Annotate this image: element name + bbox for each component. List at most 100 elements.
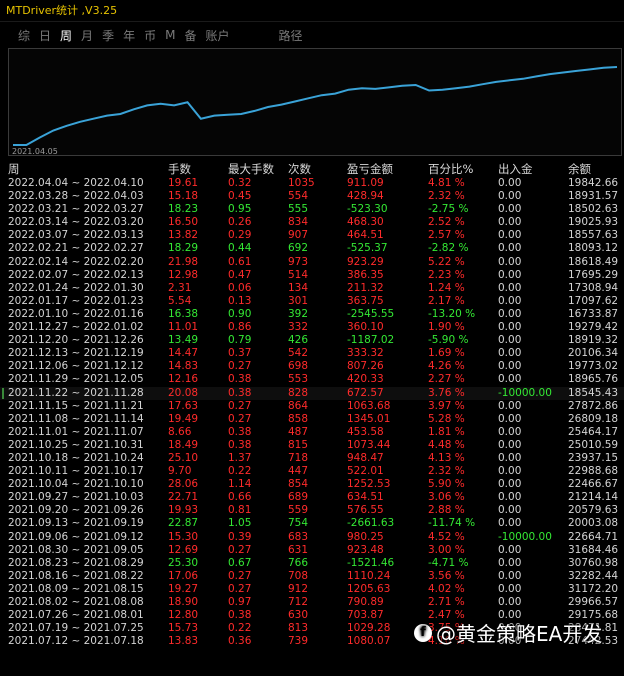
column-header-1[interactable]: 手数	[168, 161, 191, 177]
table-body[interactable]: 2022.04.04 ~ 2022.04.10 19.61 0.32 1035 911.…	[0, 177, 624, 648]
cell-pct: 2.17 %	[428, 294, 465, 307]
tab-4[interactable]: 季	[102, 27, 114, 44]
cell-pnl: 911.09	[347, 177, 384, 189]
cell-count: 766	[288, 556, 309, 569]
table-row[interactable]: 2021.10.11 ~ 2021.10.17 9.70 0.22 447 522.01…	[0, 465, 624, 478]
column-header-6[interactable]: 出入金	[498, 161, 533, 177]
cell-balance: 19773.02	[568, 360, 619, 373]
tab-path[interactable]: 路径	[279, 27, 303, 44]
table-row[interactable]: 2021.09.27 ~ 2021.10.03 22.71 0.66 689 634.5…	[0, 491, 624, 504]
cell-balance: 23937.15	[568, 451, 619, 464]
cell-lots: 13.82	[168, 229, 199, 242]
table-row[interactable]: 2021.08.30 ~ 2021.09.05 12.69 0.27 631 923.4…	[0, 544, 624, 557]
table-row[interactable]: 2021.10.18 ~ 2021.10.24 25.10 1.37 718 948.4…	[0, 452, 624, 465]
cell-pnl: 363.75	[347, 294, 384, 307]
tab-8[interactable]: 备	[184, 27, 196, 44]
cell-max: 0.32	[228, 177, 252, 189]
cell-week: 2022.02.07 ~ 2022.02.13	[8, 268, 144, 281]
table-row[interactable]: 2021.08.16 ~ 2021.08.22 17.06 0.27 708 1110.…	[0, 570, 624, 583]
table-row[interactable]: 2021.11.01 ~ 2021.11.07 8.66 0.38 487 453.58…	[0, 426, 624, 439]
tab-9[interactable]: 账户	[205, 27, 229, 44]
column-header-0[interactable]: 周	[8, 161, 20, 177]
tab-2[interactable]: 周	[60, 27, 72, 44]
cell-count: 301	[288, 294, 309, 307]
tab-bar: 综日周月季年币 M 备账户 路径	[0, 24, 624, 46]
table-row[interactable]: 2021.10.25 ~ 2021.10.31 18.49 0.38 815 1073.…	[0, 439, 624, 452]
cell-pnl: 1080.07	[347, 635, 391, 648]
cell-pct: 2.57 %	[428, 229, 465, 242]
table-row[interactable]: 2022.03.07 ~ 2022.03.13 13.82 0.29 907 464.5…	[0, 229, 624, 242]
cell-pnl: 1063.68	[347, 399, 391, 412]
table-row[interactable]: 2021.10.04 ~ 2021.10.10 28.06 1.14 854 1252.…	[0, 478, 624, 491]
cell-flow: 0.00	[498, 596, 522, 608]
cell-count: 708	[288, 569, 309, 582]
cell-count: 683	[288, 530, 309, 543]
table-row[interactable]: 2022.01.24 ~ 2022.01.30 2.31 0.06 134 211.32…	[0, 282, 624, 295]
table-row[interactable]: 2021.08.09 ~ 2021.08.15 19.27 0.27 912 1205.…	[0, 583, 624, 596]
table-row[interactable]: 2022.01.17 ~ 2022.01.23 5.54 0.13 301 363.75…	[0, 295, 624, 308]
tab-7[interactable]: M	[165, 28, 175, 42]
cell-week: 2021.11.01 ~ 2021.11.07	[8, 425, 144, 438]
tab-1[interactable]: 日	[39, 27, 51, 44]
cell-count: 555	[288, 203, 309, 216]
tab-0[interactable]: 综	[18, 27, 30, 44]
table-row[interactable]: 2022.04.04 ~ 2022.04.10 19.61 0.32 1035 911.…	[0, 177, 624, 190]
chart-start-date: 2021.04.05	[12, 147, 58, 156]
table-row[interactable]: 2021.12.13 ~ 2021.12.19 14.47 0.37 542 333.3…	[0, 347, 624, 360]
cell-week: 2021.07.12 ~ 2021.07.18	[8, 635, 144, 648]
cell-week: 2022.03.21 ~ 2022.03.27	[8, 203, 144, 216]
cell-flow: 0.00	[498, 373, 522, 386]
cell-lots: 17.63	[168, 399, 199, 412]
cell-max: 0.81	[228, 504, 252, 517]
table-row[interactable]: 2021.11.22 ~ 2021.11.28 20.08 0.38 828 672.5…	[0, 386, 624, 400]
column-header-7[interactable]: 余额	[568, 161, 591, 177]
tab-6[interactable]: 币	[144, 27, 156, 44]
cell-lots: 19.61	[168, 177, 199, 189]
cell-balance: 18545.43	[568, 386, 619, 399]
cell-max: 0.90	[228, 307, 252, 320]
table-row[interactable]: 2021.11.15 ~ 2021.11.21 17.63 0.27 864 1063.…	[0, 400, 624, 413]
cell-lots: 15.30	[168, 530, 199, 543]
table-row[interactable]: 2021.08.23 ~ 2021.08.29 25.30 0.67 766 -1521…	[0, 557, 624, 570]
cell-count: 834	[288, 216, 309, 229]
table-row[interactable]: 2021.12.27 ~ 2022.01.02 11.01 0.86 332 360.1…	[0, 321, 624, 334]
cell-count: 631	[288, 543, 309, 556]
cell-balance: 18919.32	[568, 334, 619, 347]
table-row[interactable]: 2021.12.20 ~ 2021.12.26 13.49 0.79 426 -1187…	[0, 334, 624, 347]
cell-pnl: 522.01	[347, 465, 384, 478]
table-row[interactable]: 2022.03.21 ~ 2022.03.27 18.23 0.95 555 -523.…	[0, 203, 624, 216]
cell-count: 813	[288, 622, 309, 635]
table-row[interactable]: 2021.09.06 ~ 2021.09.12 15.30 0.39 683 980.2…	[0, 531, 624, 544]
cell-pct: 2.32 %	[428, 465, 465, 478]
table-row[interactable]: 2021.09.20 ~ 2021.09.26 19.93 0.81 559 576.5…	[0, 504, 624, 517]
table-row[interactable]: 2021.11.29 ~ 2021.12.05 12.16 0.38 553 420.3…	[0, 373, 624, 386]
table-row[interactable]: 2022.02.21 ~ 2022.02.27 18.29 0.44 692 -525.…	[0, 242, 624, 255]
column-header-4[interactable]: 盈亏金额	[347, 161, 393, 177]
cell-balance: 31684.46	[568, 543, 619, 556]
tab-3[interactable]: 月	[81, 27, 93, 44]
cell-pnl: 1029.28	[347, 622, 391, 635]
cell-max: 0.86	[228, 321, 252, 334]
table-row[interactable]: 2021.11.08 ~ 2021.11.14 19.49 0.27 858 1345.…	[0, 413, 624, 426]
cell-balance: 32282.44	[568, 569, 619, 582]
table-row[interactable]: 2022.03.28 ~ 2022.04.03 15.18 0.45 554 428.9…	[0, 190, 624, 203]
cell-pnl: 420.33	[347, 373, 384, 386]
column-header-5[interactable]: 百分比%	[428, 161, 473, 177]
cell-pnl: 1345.01	[347, 412, 391, 425]
cell-week: 2021.08.16 ~ 2021.08.22	[8, 569, 144, 582]
column-header-3[interactable]: 次数	[288, 161, 311, 177]
column-header-2[interactable]: 最大手数	[228, 161, 274, 177]
table-row[interactable]: 2022.02.14 ~ 2022.02.20 21.98 0.61 973 923.2…	[0, 256, 624, 269]
table-row[interactable]: 2021.09.13 ~ 2021.09.19 22.87 1.05 754 -2661…	[0, 517, 624, 530]
cell-balance: 27872.86	[568, 399, 619, 412]
table-row[interactable]: 2022.01.10 ~ 2022.01.16 16.38 0.90 392 -2545…	[0, 308, 624, 321]
table-row[interactable]: 2022.02.07 ~ 2022.02.13 12.98 0.47 514 386.3…	[0, 269, 624, 282]
cell-week: 2021.07.26 ~ 2021.08.01	[8, 609, 144, 622]
cell-count: 912	[288, 582, 309, 595]
tab-5[interactable]: 年	[123, 27, 135, 44]
cell-pct: 4.26 %	[428, 360, 465, 373]
table-row[interactable]: 2021.08.02 ~ 2021.08.08 18.90 0.97 712 790.8…	[0, 596, 624, 609]
cell-pnl: 464.51	[347, 229, 384, 242]
table-row[interactable]: 2022.03.14 ~ 2022.03.20 16.50 0.26 834 468.3…	[0, 216, 624, 229]
table-row[interactable]: 2021.12.06 ~ 2021.12.12 14.83 0.27 698 807.2…	[0, 360, 624, 373]
